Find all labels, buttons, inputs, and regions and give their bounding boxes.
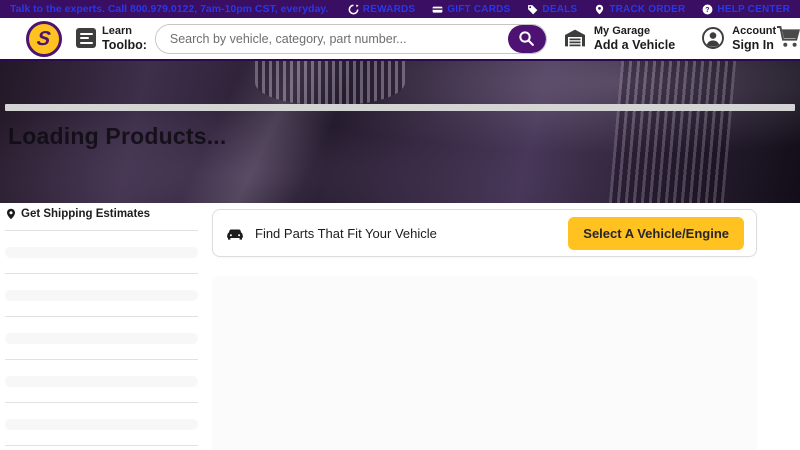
help-center-icon: ? — [702, 4, 713, 15]
logo-letter: S — [36, 29, 52, 49]
hero-valve-cover-fins — [609, 61, 736, 203]
account-icon — [701, 26, 725, 50]
track-order-icon — [594, 4, 605, 15]
topbar-links: REWARDS GIFT CARDS DEALS TRACK ORDER ? H… — [348, 4, 790, 15]
garage-label-line1: My Garage — [594, 25, 675, 38]
deals-icon — [527, 4, 538, 15]
account-label-line2: Sign In — [732, 38, 776, 52]
search-bar — [155, 24, 547, 54]
loading-progress-bar — [5, 104, 795, 111]
location-pin-icon — [5, 208, 17, 220]
gift-cards-icon — [432, 4, 443, 15]
topbar-link-deals[interactable]: DEALS — [527, 4, 577, 15]
hero-air-cleaner-fins — [255, 61, 405, 105]
account-sign-in-link[interactable]: Account Sign In — [701, 25, 776, 52]
shipping-estimates-link[interactable]: Get Shipping Estimates — [5, 208, 198, 220]
divider — [5, 273, 198, 274]
loading-text: Loading Products... — [8, 123, 226, 150]
cart-button[interactable] — [776, 24, 800, 54]
account-label-line1: Account — [732, 25, 776, 38]
shipping-estimates-label: Get Shipping Estimates — [21, 208, 150, 220]
search-button[interactable] — [508, 25, 546, 53]
topbar-link-gift-cards[interactable]: GIFT CARDS — [432, 4, 510, 15]
sidebar-skeleton-bar — [5, 290, 198, 301]
divider — [5, 359, 198, 360]
sidebar-skeleton-bar — [5, 333, 198, 344]
toolbox-icon — [76, 28, 96, 48]
topbar-link-track-order[interactable]: TRACK ORDER — [594, 4, 685, 15]
search-input[interactable] — [156, 25, 508, 53]
header: S Learn Toolbo: My Garage Add a Vehicle … — [0, 18, 800, 61]
topbar-link-rewards[interactable]: REWARDS — [348, 4, 416, 15]
sidebar-skeleton-bar — [5, 247, 198, 258]
garage-label-line2: Add a Vehicle — [594, 38, 675, 52]
sidebar-skeleton-bar — [5, 376, 198, 387]
learn-label-line2: Toolbo: — [102, 38, 147, 52]
select-vehicle-button[interactable]: Select A Vehicle/Engine — [568, 217, 744, 250]
search-icon — [518, 30, 535, 47]
divider — [5, 316, 198, 317]
sidebar-skeleton-bar — [5, 419, 198, 430]
vehicle-fit-card: Find Parts That Fit Your Vehicle Select … — [212, 209, 757, 257]
content: Get Shipping Estimates Find Parts That F… — [0, 203, 800, 450]
hero-engine-image: Loading Products... — [0, 61, 800, 203]
cart-icon — [776, 24, 800, 49]
rewards-icon — [348, 4, 359, 15]
garage-icon — [563, 27, 587, 49]
topbar-message: Talk to the experts. Call 800.979.0122, … — [10, 3, 328, 15]
vehicle-fit-label: Find Parts That Fit Your Vehicle — [255, 226, 437, 241]
svg-text:?: ? — [706, 5, 711, 14]
main-panel: Find Parts That Fit Your Vehicle Select … — [212, 203, 757, 450]
divider — [5, 445, 198, 446]
learn-label-line1: Learn — [102, 25, 147, 38]
car-icon — [225, 225, 245, 241]
filters-sidebar: Get Shipping Estimates — [5, 203, 198, 450]
topbar-link-help-center[interactable]: ? HELP CENTER — [702, 4, 790, 15]
divider — [5, 402, 198, 403]
divider — [5, 230, 198, 231]
learn-toolbox-link[interactable]: Learn Toolbo: — [76, 25, 147, 52]
products-loading-skeleton — [212, 276, 757, 450]
speedway-logo[interactable]: S — [26, 21, 62, 57]
topbar: Talk to the experts. Call 800.979.0122, … — [0, 0, 800, 18]
my-garage-link[interactable]: My Garage Add a Vehicle — [563, 25, 675, 52]
